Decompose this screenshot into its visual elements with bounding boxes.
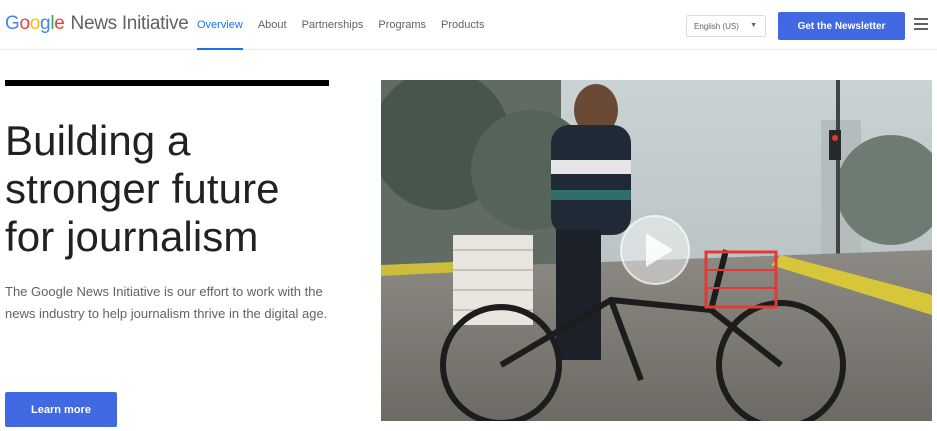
google-news-initiative-logo[interactable]: Google News Initiative bbox=[5, 13, 189, 35]
language-select[interactable]: English (US) ▼ bbox=[686, 15, 766, 37]
hero-video[interactable] bbox=[381, 80, 932, 421]
nav-item-partnerships[interactable]: Partnerships bbox=[302, 0, 364, 50]
nav-item-overview[interactable]: Overview bbox=[197, 0, 243, 50]
headline-line: for journalism bbox=[5, 213, 259, 260]
learn-more-button[interactable]: Learn more bbox=[5, 392, 117, 427]
nav-item-products[interactable]: Products bbox=[441, 0, 484, 50]
logo-letter: o bbox=[29, 13, 41, 34]
headline-rule bbox=[5, 80, 329, 86]
language-select-value: English (US) bbox=[694, 21, 739, 31]
site-header: Google News Initiative Overview About Par… bbox=[0, 0, 937, 50]
headline-line: Building a bbox=[5, 117, 191, 164]
hero-description: The Google News Initiative is our effort… bbox=[5, 284, 328, 321]
hamburger-menu-icon[interactable] bbox=[914, 18, 928, 30]
nav-item-programs[interactable]: Programs bbox=[378, 0, 426, 50]
chevron-down-icon: ▼ bbox=[750, 22, 757, 29]
main-nav: Overview About Partnerships Programs Pro… bbox=[197, 0, 499, 50]
logo-letter: G bbox=[5, 13, 20, 34]
logo-letter: e bbox=[54, 13, 65, 34]
logo-suffix: News Initiative bbox=[70, 13, 189, 34]
nav-item-about[interactable]: About bbox=[258, 0, 287, 50]
headline-line: stronger future bbox=[5, 165, 280, 212]
page-title: Building a stronger future for journalis… bbox=[5, 117, 365, 261]
logo-letter: o bbox=[19, 13, 30, 34]
get-newsletter-button[interactable]: Get the Newsletter bbox=[778, 12, 905, 40]
logo-letter: g bbox=[40, 13, 51, 34]
play-icon[interactable] bbox=[381, 80, 932, 421]
